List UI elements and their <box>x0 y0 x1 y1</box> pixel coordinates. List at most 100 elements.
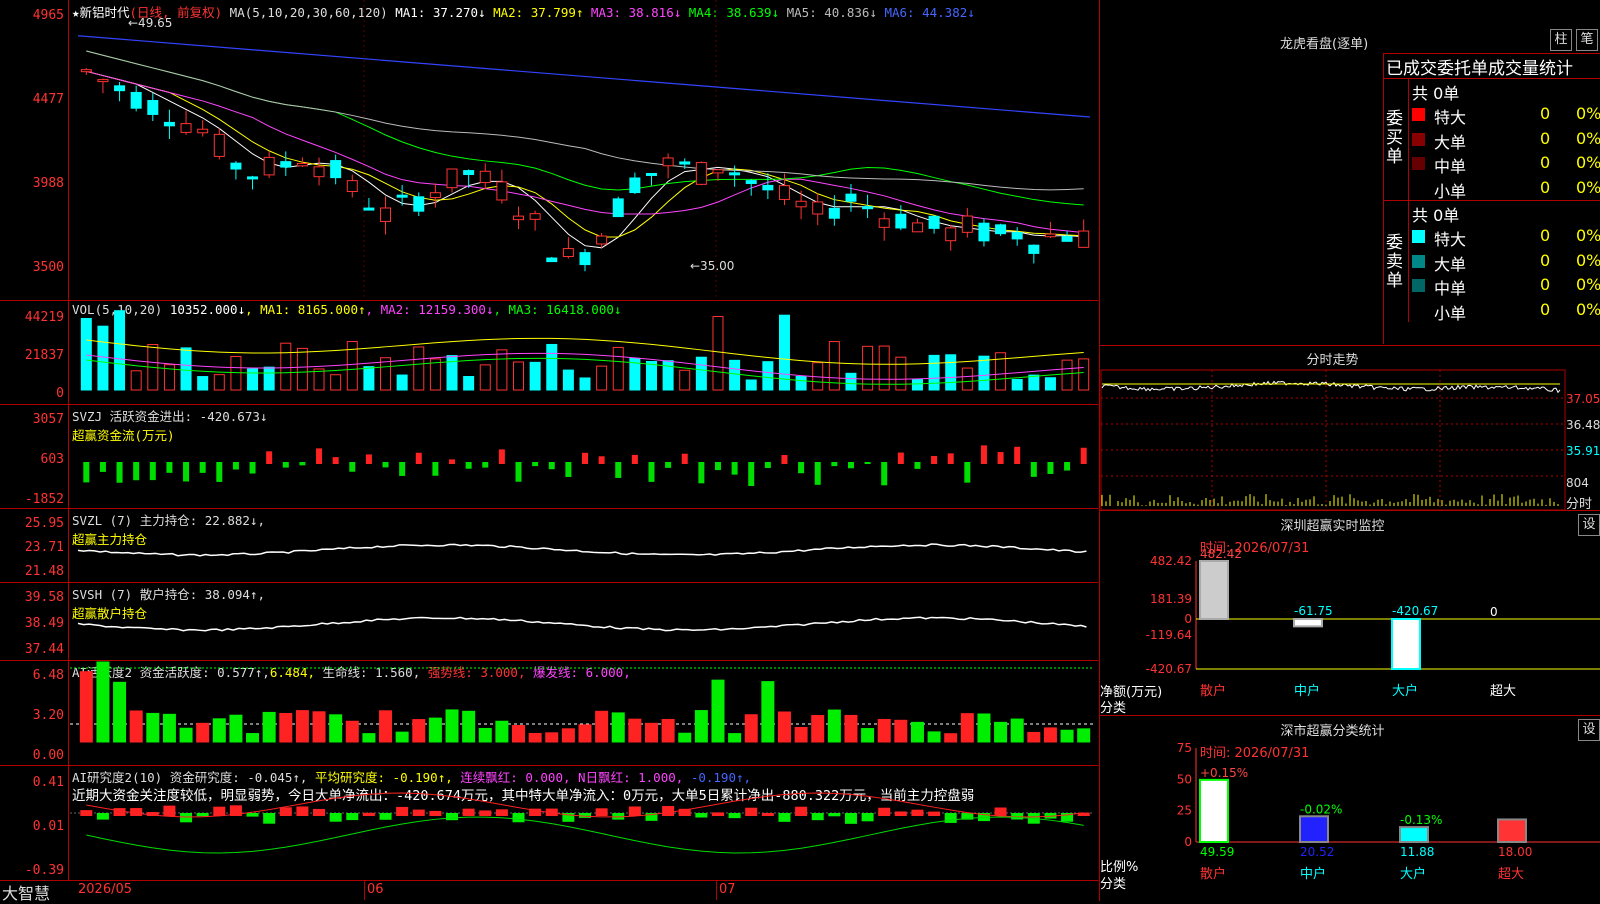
activity-bar <box>96 661 110 743</box>
y-tick: 0 <box>1184 835 1192 849</box>
order-row: 特大 0 0% <box>1410 104 1600 127</box>
fenshi-price <box>1101 380 1561 394</box>
candle <box>828 207 840 219</box>
dragon-table: 已成交委托单成交量统计 委买单 共 0单 特大 0 0% 大单 0 0% 中单 0 0% 小单 0 0… <box>1383 53 1600 344</box>
y-tick: 75 <box>1177 741 1192 755</box>
research-bar <box>130 808 143 816</box>
classify-panel[interactable]: 深市超赢分类统计 设 时间: 2026/07/31 75 50 25 0 +0.15% 4… <box>1099 715 1600 901</box>
y-tick: 50 <box>1177 772 1192 786</box>
candle <box>296 162 308 167</box>
x-label: 07 <box>719 882 736 897</box>
activity-bar <box>395 731 409 743</box>
research-bar <box>745 807 758 816</box>
ai1-chart[interactable] <box>0 660 1098 765</box>
y-tick: 181.39 <box>1150 592 1192 606</box>
activity-bar <box>960 713 974 743</box>
classify-bar <box>1299 815 1329 843</box>
research-bar <box>196 813 209 817</box>
flow-bar <box>316 448 323 464</box>
research-bar <box>861 813 874 822</box>
ai2-chart[interactable] <box>0 765 1098 880</box>
svzl-chart[interactable] <box>0 508 1098 582</box>
candle <box>114 85 126 92</box>
candle <box>446 168 458 189</box>
activity-bar <box>777 711 791 743</box>
row-pct: 0% <box>1576 177 1600 197</box>
activity-bar <box>794 726 808 743</box>
svsh-panel[interactable]: 39.58 38.49 37.44 SVSH (7) 散户持仓: 38.094↑… <box>0 582 1098 661</box>
svsh-chart[interactable] <box>0 582 1098 660</box>
kline-chart[interactable]: ←49.65 ←35.00 <box>0 0 1098 300</box>
tick-mode-button[interactable]: 笔 <box>1576 29 1598 51</box>
activity-bar <box>545 732 559 743</box>
ma-line <box>86 70 1084 238</box>
candle <box>80 69 92 73</box>
volume-bar <box>446 355 458 391</box>
row-name: 中单 <box>1434 157 1467 176</box>
candle <box>380 207 392 222</box>
svzl-panel[interactable]: 25.95 23.71 21.48 SVZL (7) 主力持仓: 22.882↓… <box>0 508 1098 583</box>
svzj-panel[interactable]: 3057 603 -1852 SVZJ 活跃资金进出: -420.673↓ 超赢资… <box>0 404 1098 509</box>
ai1-panel[interactable]: 6.48 3.20 0.00 AI活跃度2 资金活跃度: 0.577↑,6.48… <box>0 660 1098 766</box>
activity-bar <box>329 714 343 743</box>
monitor-panel[interactable]: 深圳超赢实时监控 设 时间: 2026/07/31 482.42 181.39 0-… <box>1099 510 1600 716</box>
volume-bar <box>463 376 475 391</box>
volume-chart[interactable] <box>0 300 1098 404</box>
flow-bar <box>831 462 838 467</box>
row-name: 小单 <box>1434 303 1467 323</box>
row-count: 0 <box>1540 128 1551 148</box>
flow-bar <box>914 462 921 469</box>
flow-bar <box>498 449 505 464</box>
activity-bar <box>694 710 708 743</box>
volume-bar <box>745 379 757 391</box>
row-name: 特大 <box>1434 230 1467 249</box>
dragon-panel[interactable]: 龙虎看盘(逐单) 柱 笔 已成交委托单成交量统计 委买单 共 0单 特大 0 0% 大… <box>1099 0 1600 345</box>
activity-bar <box>861 728 875 743</box>
volume-bar <box>1028 374 1040 391</box>
ai2-panel[interactable]: 0.41 0.01 -0.39 AI研究度2(10) 资金研究度: -0.045… <box>0 765 1098 881</box>
bar-mode-button[interactable]: 柱 <box>1550 29 1572 51</box>
volume-bar <box>795 375 807 391</box>
candle <box>1044 233 1056 238</box>
monitor-chart[interactable]: 482.42 181.39 0 -119.64 -420.67 482.42 散户 -61.7… <box>1100 511 1600 716</box>
classify-chart[interactable]: 75 50 25 0 +0.15% 49.59 散户 -0.02% 20.52 中户 -0.13% 1… <box>1100 716 1600 901</box>
research-bar <box>362 812 375 816</box>
activity-bar <box>129 710 143 743</box>
flow-bar <box>1014 446 1021 464</box>
svzj-chart[interactable] <box>0 404 1098 508</box>
color-swatch <box>1412 230 1425 243</box>
activity-bar <box>495 720 509 743</box>
volume-panel[interactable]: 44219 21837 0 VOL(5,10,20) 10352.000↓, M… <box>0 300 1098 405</box>
candle <box>197 128 209 134</box>
candle <box>413 196 425 212</box>
research-bar <box>80 810 93 816</box>
research-bar <box>462 808 475 816</box>
activity-bar <box>728 733 742 743</box>
candle <box>645 172 657 176</box>
kline-panel[interactable]: 4965 4477 3988 3500 ★新铝时代(日线, 前复权) MA(5,… <box>0 0 1098 301</box>
volume-bar <box>80 318 92 391</box>
candle <box>745 180 757 184</box>
research-bar <box>844 813 857 824</box>
row-count: 0 <box>1540 275 1551 294</box>
volume-bar <box>978 355 990 391</box>
volume-bar <box>479 364 491 391</box>
volume-bar <box>945 354 957 391</box>
flow-bar <box>482 462 489 468</box>
volume-bar <box>961 367 973 391</box>
candle <box>346 180 358 192</box>
candle <box>130 91 142 109</box>
flow-bar <box>964 462 971 483</box>
flow-bar <box>349 462 356 472</box>
candle <box>712 169 724 174</box>
flow-bar <box>631 454 638 464</box>
activity-bar <box>379 710 393 743</box>
flow-bar <box>598 456 605 464</box>
flow-bar <box>532 462 539 467</box>
fenshi-panel[interactable]: 分时走势 37.05 36.48 35.91 804 分时 <box>1099 345 1600 512</box>
activity-bar <box>910 721 924 743</box>
x-label: 2026/05 <box>78 882 133 897</box>
fenshi-chart[interactable] <box>1100 346 1600 511</box>
volume-bar <box>396 374 408 391</box>
candle <box>845 193 857 202</box>
